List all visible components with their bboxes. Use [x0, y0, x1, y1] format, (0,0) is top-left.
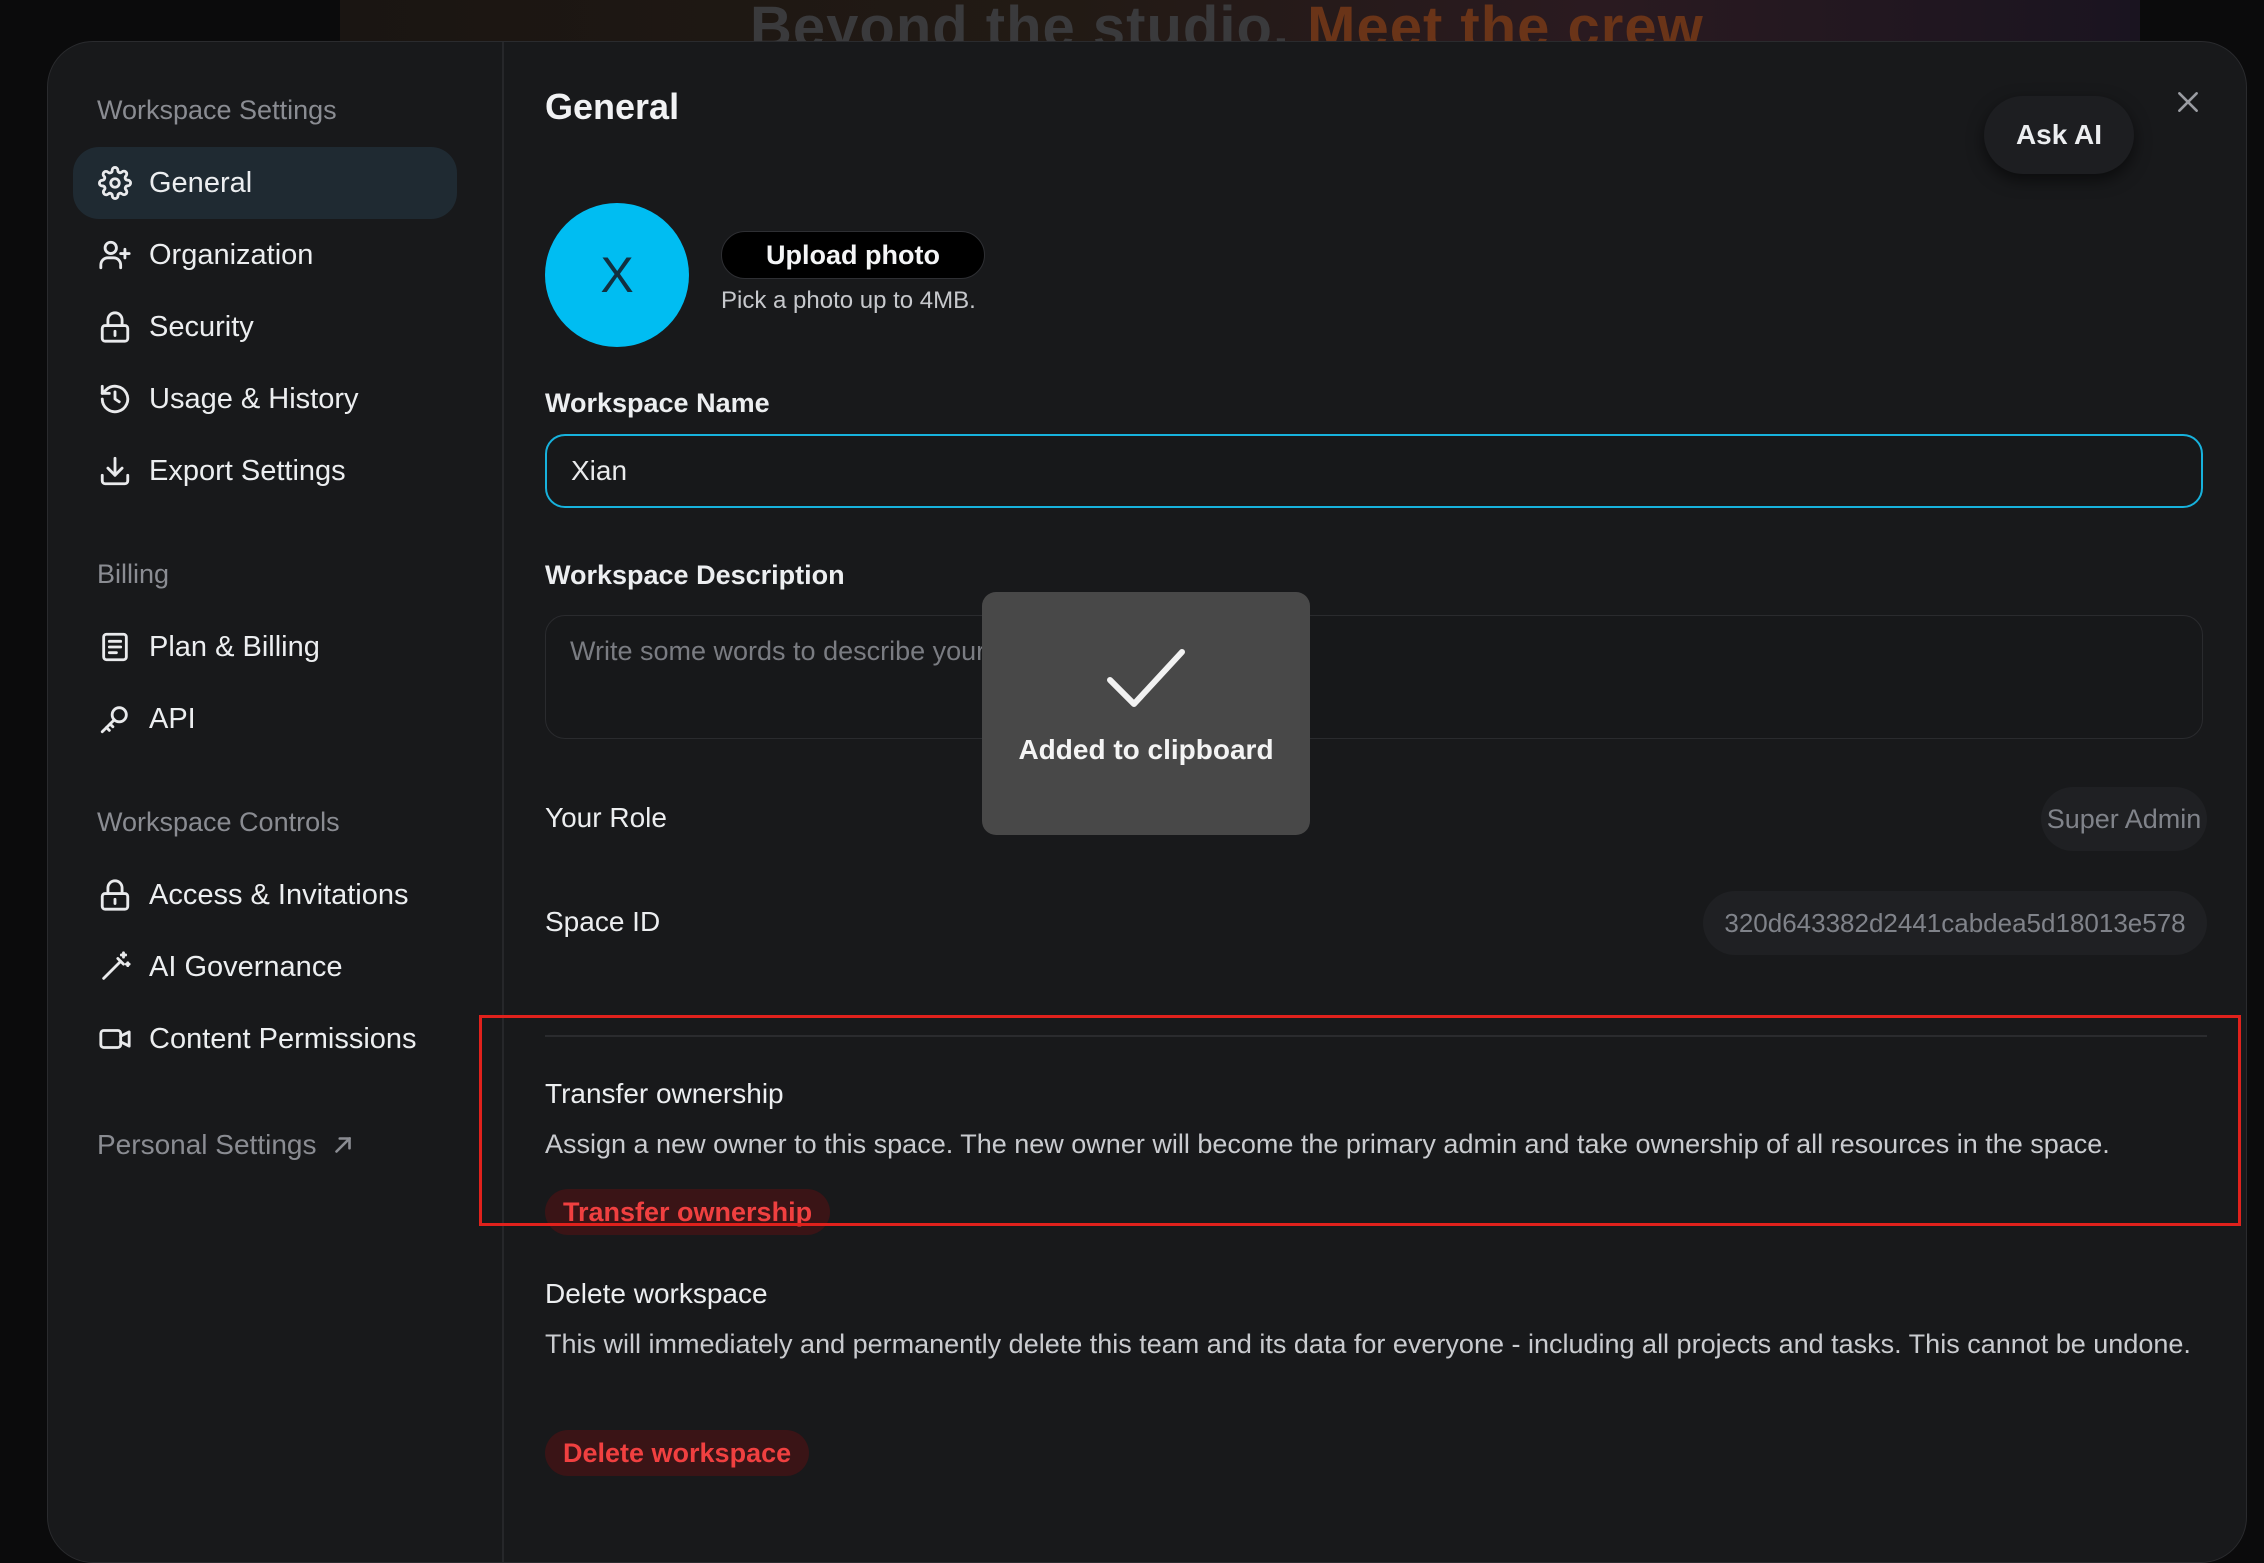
toast-message: Added to clipboard [1018, 734, 1274, 765]
space-id-value[interactable]: 320d643382d2441cabdea5d18013e578 [1703, 891, 2207, 955]
personal-settings-label: Personal Settings [97, 1129, 317, 1160]
section-title-billing: Billing [97, 559, 170, 589]
checkmark-icon [1107, 649, 1185, 707]
transfer-ownership-button[interactable]: Transfer ownership [545, 1189, 831, 1235]
sidebar-item-access-invitations[interactable]: Access & Invitations [73, 859, 457, 931]
transfer-ownership-description: Assign a new owner to this space. The ne… [545, 1129, 2110, 1159]
settings-sidebar: Workspace Settings General Organization … [48, 42, 504, 1562]
sidebar-item-label: General [149, 166, 253, 199]
sidebar-item-label: API [149, 702, 196, 735]
sidebar-item-label: Export Settings [149, 454, 346, 487]
workspace-name-input[interactable] [545, 434, 2203, 508]
role-badge: Super Admin [2041, 787, 2207, 851]
delete-workspace-button[interactable]: Delete workspace [545, 1430, 810, 1476]
upload-photo-button[interactable]: Upload photo [721, 231, 985, 279]
sidebar-item-label: Plan & Billing [149, 630, 320, 663]
sidebar-item-label: AI Governance [149, 950, 343, 983]
lock-icon [97, 309, 133, 345]
workspace-avatar: X [545, 203, 689, 347]
section-title-workspace-settings: Workspace Settings [97, 95, 337, 125]
sidebar-item-label: Access & Invitations [149, 878, 409, 911]
delete-workspace-title: Delete workspace [545, 1278, 768, 1309]
key-icon [97, 701, 133, 737]
delete-workspace-description: This will immediately and permanently de… [545, 1329, 2191, 1359]
page-title: General [545, 86, 680, 127]
transfer-ownership-title: Transfer ownership [545, 1078, 784, 1109]
magic-wand-icon [97, 949, 133, 985]
download-icon [97, 453, 133, 489]
workspace-description-label: Workspace Description [545, 560, 845, 590]
video-icon [97, 1021, 133, 1057]
sidebar-item-ai-governance[interactable]: AI Governance [73, 931, 457, 1003]
sidebar-item-security[interactable]: Security [73, 291, 457, 363]
close-icon [2178, 92, 2198, 112]
personal-settings-link[interactable]: Personal Settings [97, 1129, 356, 1161]
ask-ai-button[interactable]: Ask AI [1984, 96, 2134, 174]
space-id-label: Space ID [545, 906, 661, 937]
sidebar-item-content-permissions[interactable]: Content Permissions [73, 1003, 457, 1075]
close-button[interactable] [2168, 82, 2208, 122]
role-label: Your Role [545, 802, 667, 833]
sidebar-item-export-settings[interactable]: Export Settings [73, 435, 457, 507]
clipboard-toast: Added to clipboard [982, 592, 1310, 835]
section-divider [545, 1035, 2207, 1037]
sidebar-item-label: Content Permissions [149, 1022, 417, 1055]
sidebar-item-label: Organization [149, 238, 314, 271]
history-icon [97, 381, 133, 417]
sidebar-item-organization[interactable]: Organization [73, 219, 457, 291]
external-arrow-icon [335, 1137, 352, 1153]
user-plus-icon [97, 237, 133, 273]
sidebar-item-label: Usage & History [149, 382, 359, 415]
workspace-description-input[interactable] [545, 615, 2203, 739]
sidebar-item-label: Security [149, 310, 254, 343]
settings-content: General Ask AI X Upload photo Pick a pho… [504, 42, 2246, 1562]
upload-hint: Pick a photo up to 4MB. [721, 287, 976, 314]
gear-icon [97, 165, 133, 201]
sidebar-item-api[interactable]: API [73, 683, 457, 755]
lock-icon [97, 877, 133, 913]
sidebar-item-plan-billing[interactable]: Plan & Billing [73, 611, 457, 683]
sidebar-item-general[interactable]: General [73, 147, 457, 219]
document-icon [97, 629, 133, 665]
section-title-workspace-controls: Workspace Controls [97, 807, 340, 837]
workspace-name-label: Workspace Name [545, 388, 770, 418]
sidebar-item-usage-history[interactable]: Usage & History [73, 363, 457, 435]
